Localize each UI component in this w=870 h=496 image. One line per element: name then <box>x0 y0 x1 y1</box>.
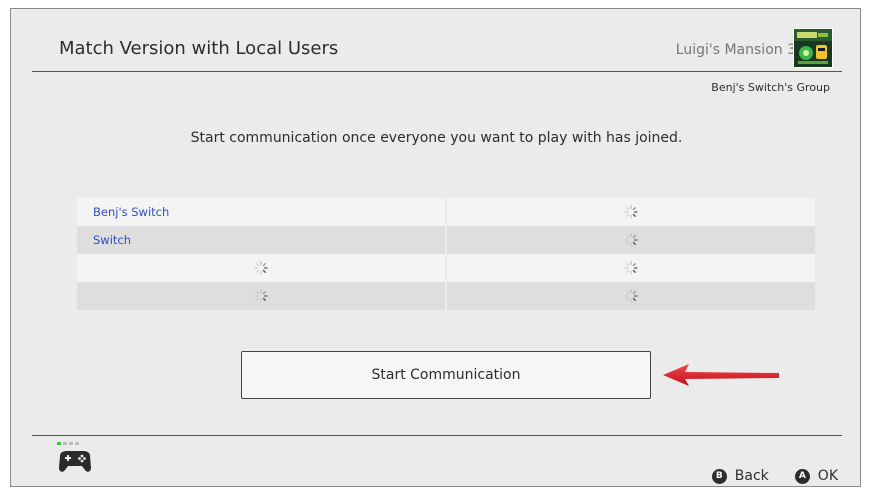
game-name: Luigi's Mansion 3 <box>675 42 796 58</box>
user-slot <box>447 254 815 282</box>
user-slot-row: Switch <box>77 226 815 254</box>
controller-icon <box>57 442 91 472</box>
user-slot-row <box>77 282 815 310</box>
a-button-icon: A <box>794 468 810 484</box>
start-communication-button[interactable]: Start Communication <box>241 351 651 399</box>
user-slot <box>447 282 815 310</box>
user-slot: Benj's Switch <box>77 198 445 226</box>
user-name: Benj's Switch <box>93 205 170 219</box>
instruction-text: Start communication once everyone you wa… <box>190 130 683 146</box>
start-communication-label: Start Communication <box>371 367 521 383</box>
user-slot <box>447 226 815 254</box>
page-title: Match Version with Local Users <box>59 38 339 59</box>
b-button-icon: B <box>711 468 727 484</box>
user-slot <box>447 198 815 226</box>
luigis-mansion-3-icon <box>793 28 833 68</box>
loading-spinner-icon <box>624 261 638 275</box>
user-slot-grid: Benj's Switch Switch <box>77 198 815 310</box>
back-button[interactable]: B Back <box>711 467 769 485</box>
user-name: Switch <box>93 233 132 247</box>
match-version-screen: Match Version with Local Users Luigi's M… <box>10 8 861 487</box>
loading-spinner-icon <box>254 289 268 303</box>
loading-spinner-icon <box>254 261 268 275</box>
ok-label: OK <box>817 468 838 484</box>
user-slot <box>77 254 445 282</box>
user-slot <box>77 282 445 310</box>
user-slot-row <box>77 254 815 282</box>
group-name: Benj's Switch's Group <box>711 81 830 94</box>
footer-actions: B Back A OK <box>711 467 838 485</box>
user-slot: Switch <box>77 226 445 254</box>
back-label: Back <box>734 468 769 484</box>
loading-spinner-icon <box>624 205 638 219</box>
footer-divider <box>32 435 842 436</box>
user-slot-row: Benj's Switch <box>77 198 815 226</box>
red-arrow-icon <box>663 364 779 386</box>
header-divider <box>32 71 842 72</box>
ok-button[interactable]: A OK <box>794 467 838 485</box>
loading-spinner-icon <box>624 233 638 247</box>
loading-spinner-icon <box>624 289 638 303</box>
